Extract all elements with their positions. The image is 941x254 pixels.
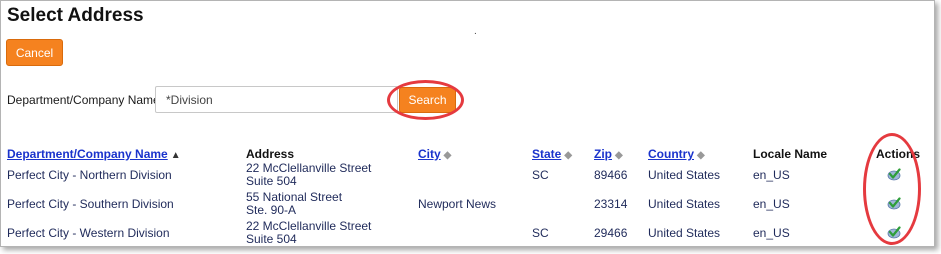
header-address: Address — [246, 147, 295, 161]
cell-zip: 29466 — [594, 226, 628, 240]
select-check-icon[interactable] — [887, 168, 901, 181]
header-country: Country ◆ — [648, 147, 705, 161]
sort-link-zip[interactable]: Zip — [594, 147, 612, 161]
cell-state: SC — [532, 226, 549, 240]
header-state: State ◆ — [532, 147, 572, 161]
header-zip: Zip ◆ — [594, 147, 623, 161]
cell-locale: en_US — [753, 168, 790, 182]
cell-locale: en_US — [753, 226, 790, 240]
cell-zip: 89466 — [594, 168, 628, 182]
header-actions: Actions — [876, 147, 921, 161]
sort-icon: ◆ — [443, 150, 452, 161]
cell-locale: en_US — [753, 197, 790, 211]
header-locale: Locale Name — [753, 147, 828, 161]
sort-link-country[interactable]: Country — [648, 147, 694, 161]
sort-link-state[interactable]: State — [532, 147, 561, 161]
select-check-icon[interactable] — [887, 197, 901, 210]
sort-asc-icon: ▲ — [170, 150, 181, 161]
cell-country: United States — [648, 226, 721, 240]
cancel-button[interactable]: Cancel — [6, 39, 63, 66]
cell-address-line2: Suite 504 — [246, 232, 297, 246]
sort-icon: ◆ — [697, 150, 705, 161]
sort-icon: ◆ — [615, 150, 623, 161]
page-title: Select Address — [7, 5, 144, 26]
cell-state: SC — [532, 168, 549, 182]
sort-icon: ◆ — [564, 150, 573, 161]
cell-name: Perfect City - Southern Division — [7, 197, 174, 211]
cell-city: Newport News — [418, 197, 497, 211]
search-label: Department/Company Name — [7, 93, 160, 107]
cell-country: United States — [648, 168, 721, 182]
header-name: Department/Company Name ▲ — [7, 147, 181, 161]
header-city: City ◆ — [418, 147, 451, 161]
cell-address-line2: Ste. 90-A — [246, 203, 297, 217]
select-check-icon[interactable] — [887, 226, 901, 239]
select-address-panel: Select Address . Cancel Department/Compa… — [0, 0, 935, 247]
search-button[interactable]: Search — [399, 87, 456, 113]
sort-link-city[interactable]: City — [418, 147, 441, 161]
search-input[interactable] — [155, 86, 398, 113]
sort-link-name[interactable]: Department/Company Name — [7, 147, 168, 161]
cell-zip: 23314 — [594, 197, 628, 211]
cell-name: Perfect City - Northern Division — [7, 168, 172, 182]
cell-name: Perfect City - Western Division — [7, 226, 170, 240]
cell-country: United States — [648, 197, 721, 211]
stray-dot: . — [474, 26, 477, 37]
cell-address-line2: Suite 504 — [246, 174, 297, 188]
